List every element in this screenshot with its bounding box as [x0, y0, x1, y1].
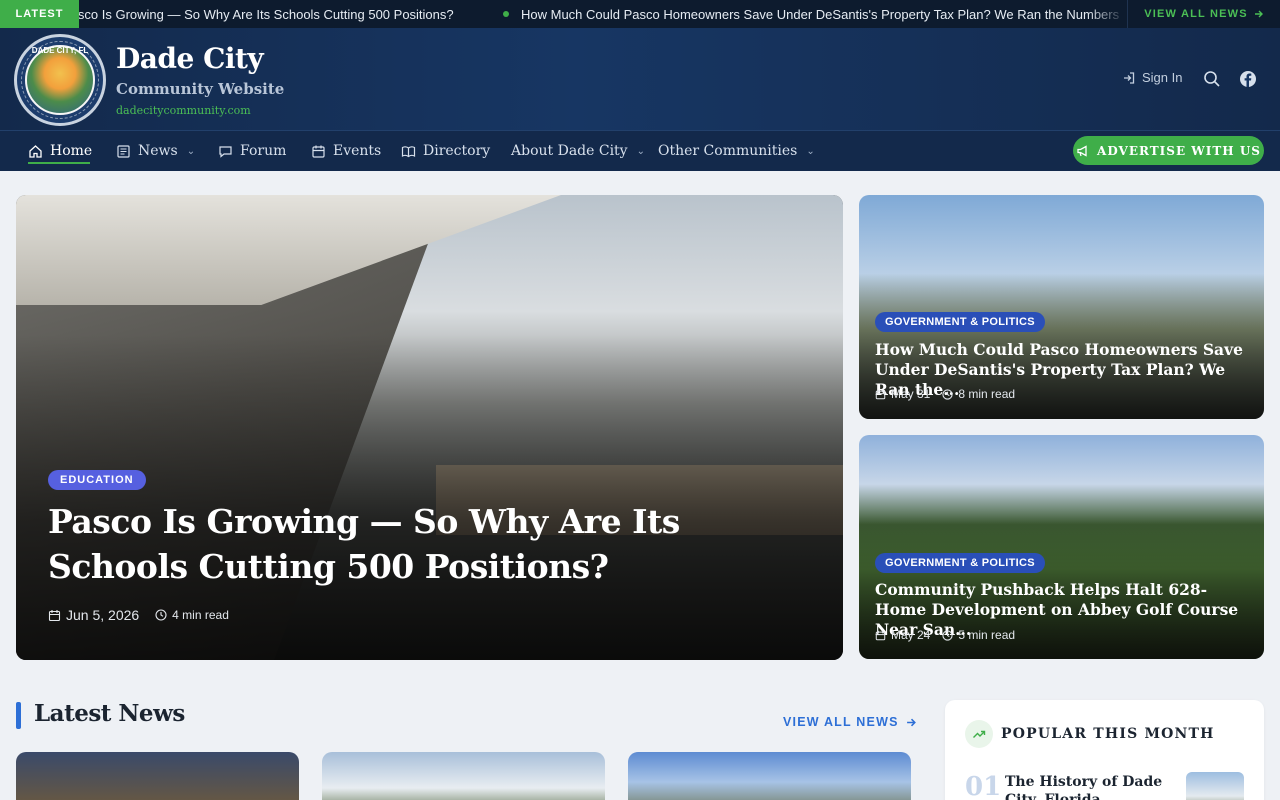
nav-item-label[interactable]: Home — [50, 143, 92, 159]
nav-item-events[interactable]: Events — [311, 131, 381, 171]
section-title: Latest News — [34, 700, 185, 727]
arrow-right-icon — [1254, 10, 1263, 18]
trending-icon — [965, 720, 993, 748]
article-date-text: Jun 5, 2026 — [66, 607, 140, 623]
nav-item-label[interactable]: Other Communities — [658, 143, 797, 159]
clock-icon — [155, 609, 167, 621]
clock-icon — [942, 629, 953, 641]
ticker-item-text[interactable]: How Much Could Pasco Homeowners Save Und… — [521, 7, 1119, 22]
sign-in-label[interactable]: Sign In — [1142, 70, 1182, 85]
article-date-text: May 24 — [891, 628, 931, 642]
ticker-view-all-link[interactable]: VIEW ALL NEWS — [1127, 0, 1280, 28]
nav-item-news[interactable]: News ⌄ — [116, 131, 195, 171]
nav-item-label[interactable]: News — [138, 143, 178, 159]
calendar-icon — [312, 145, 325, 158]
hero-article[interactable]: EDUCATION Pasco Is Growing — So Why Are … — [16, 195, 843, 660]
side-article-card[interactable]: GOVERNMENT & POLITICS How Much Could Pas… — [859, 195, 1264, 419]
nav-item-directory[interactable]: Directory — [401, 131, 490, 171]
popular-item-title[interactable]: The History of Dade City, Florida — [1005, 773, 1165, 800]
nav-item-label[interactable]: Events — [333, 143, 381, 159]
site-title[interactable]: Dade City — [116, 42, 264, 75]
ticker-item[interactable]: How Much Could Pasco Homeowners Save Und… — [503, 0, 1119, 28]
nav-item-about[interactable]: About Dade City ⌄ — [511, 131, 645, 171]
nav-active-indicator — [28, 162, 90, 164]
chat-icon — [219, 145, 232, 158]
section-accent-bar — [16, 702, 21, 729]
site-subtitle: Community Website — [116, 80, 285, 98]
ticker-track: Pasco Is Growing — So Why Are Its School… — [79, 0, 1127, 28]
calendar-icon — [875, 630, 886, 640]
article-date-text: May 31 — [891, 387, 931, 401]
ticker-item[interactable]: Pasco Is Growing — So Why Are Its School… — [79, 0, 454, 28]
ticker-view-all-label[interactable]: VIEW ALL NEWS — [1144, 8, 1248, 20]
news-ticker: LATEST Pasco Is Growing — So Why Are Its… — [0, 0, 1280, 28]
ticker-item-text[interactable]: Pasco Is Growing — So Why Are Its School… — [79, 7, 454, 22]
hero-gradient-overlay — [16, 195, 843, 660]
category-badge[interactable]: EDUCATION — [48, 470, 146, 490]
sign-in-link[interactable]: Sign In — [1122, 70, 1182, 85]
popular-rank: 01 — [965, 772, 1002, 800]
news-card-image[interactable] — [628, 752, 911, 800]
popular-title: POPULAR THIS MONTH — [1001, 726, 1215, 742]
article-meta: Jun 5, 2026 4 min read — [48, 607, 229, 623]
home-icon — [29, 144, 42, 158]
ticker-fade — [1087, 0, 1127, 28]
article-read-time-text: 8 min read — [958, 387, 1016, 401]
facebook-icon[interactable] — [1239, 70, 1257, 88]
hero-title[interactable]: Pasco Is Growing — So Why Are Its School… — [48, 499, 808, 589]
search-icon[interactable] — [1203, 70, 1221, 88]
category-badge[interactable]: GOVERNMENT & POLITICS — [875, 553, 1045, 573]
site-header: DADE CITY, FL Dade City Community Websit… — [0, 28, 1280, 130]
logo-text: DADE CITY, FL — [31, 46, 89, 55]
article-read-time: 5 min read — [942, 628, 1015, 642]
popular-item-thumbnail[interactable] — [1186, 772, 1244, 800]
site-logo[interactable]: DADE CITY, FL — [14, 34, 106, 126]
article-read-time-text: 5 min read — [958, 628, 1016, 642]
article-read-time: 4 min read — [155, 608, 229, 622]
article-read-time: 8 min read — [942, 387, 1015, 401]
article-read-time-text: 4 min read — [172, 608, 229, 622]
clock-icon — [942, 388, 953, 400]
nav-item-other-communities[interactable]: Other Communities ⌄ — [658, 131, 815, 171]
nav-item-label[interactable]: Directory — [423, 143, 490, 159]
nav-item-label[interactable]: About Dade City — [511, 143, 628, 159]
advertise-label[interactable]: ADVERTISE WITH US — [1097, 144, 1261, 158]
category-badge[interactable]: GOVERNMENT & POLITICS — [875, 312, 1045, 332]
calendar-icon — [875, 389, 886, 399]
arrow-right-icon — [906, 718, 916, 726]
article-date: May 31 — [875, 387, 930, 401]
sign-in-icon — [1124, 71, 1135, 84]
article-date: Jun 5, 2026 — [48, 607, 139, 623]
ticker-dot-icon — [503, 11, 509, 17]
nav-item-label[interactable]: Forum — [240, 143, 286, 159]
news-card-image[interactable] — [16, 752, 299, 800]
view-all-news-label[interactable]: VIEW ALL NEWS — [783, 715, 899, 729]
popular-widget: POPULAR THIS MONTH 01 The History of Dad… — [945, 700, 1264, 800]
nav-item-forum[interactable]: Forum — [218, 131, 286, 171]
nav-item-home[interactable]: Home — [28, 131, 92, 171]
news-card-image[interactable] — [322, 752, 605, 800]
article-meta: May 24 5 min read — [875, 628, 1015, 642]
ticker-label: LATEST — [0, 0, 79, 28]
article-date: May 24 — [875, 628, 930, 642]
side-article-card[interactable]: GOVERNMENT & POLITICS Community Pushback… — [859, 435, 1264, 659]
site-url: dadecitycommunity.com — [116, 104, 251, 117]
calendar-icon — [48, 609, 61, 621]
chevron-down-icon: ⌄ — [806, 145, 815, 157]
chevron-down-icon: ⌄ — [186, 145, 196, 157]
logo-emblem — [25, 45, 95, 115]
article-meta: May 31 8 min read — [875, 387, 1015, 401]
advertise-button[interactable]: ADVERTISE WITH US — [1073, 136, 1264, 165]
view-all-news-link[interactable]: VIEW ALL NEWS — [783, 715, 917, 729]
book-icon — [401, 145, 416, 157]
chevron-down-icon: ⌄ — [636, 145, 645, 157]
megaphone-icon — [1077, 144, 1087, 157]
newspaper-icon — [117, 144, 130, 158]
